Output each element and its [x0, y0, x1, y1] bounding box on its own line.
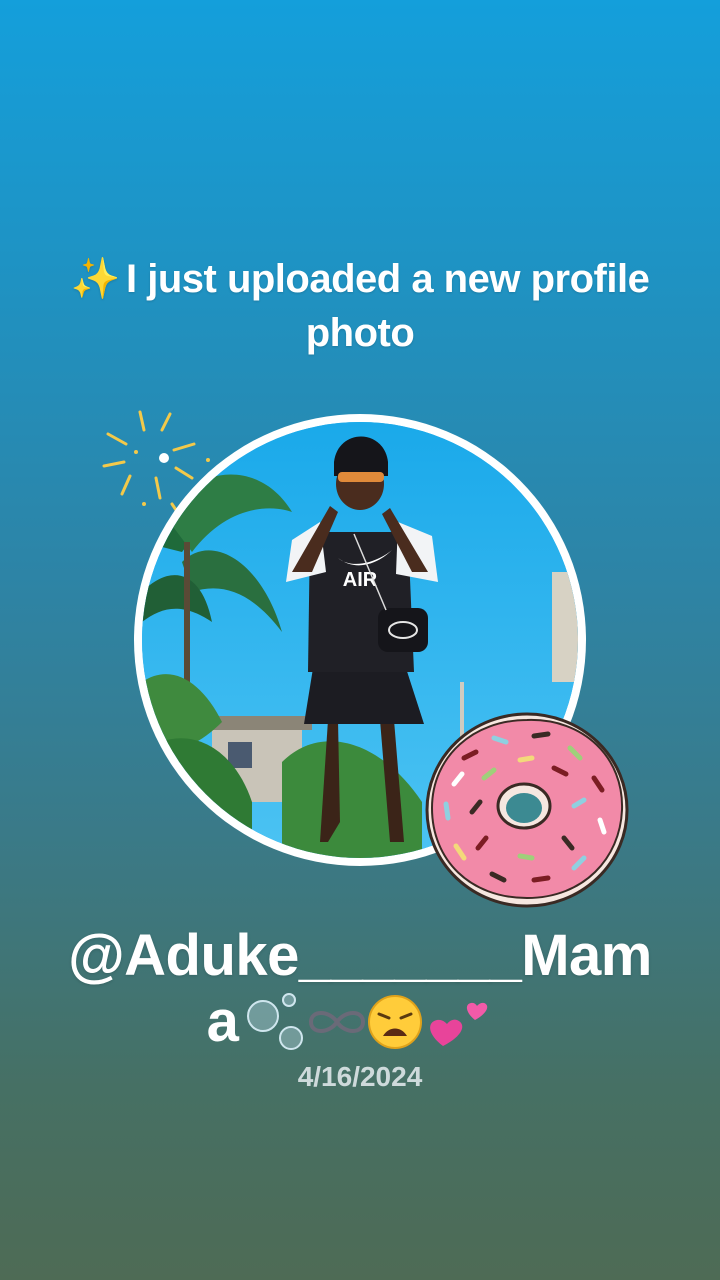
headline: ✨ I just uploaded a new profile photo	[60, 252, 660, 360]
sprinkle-donut-sticker	[425, 712, 629, 908]
bubbles-emoji	[247, 993, 304, 1050]
username-emoji-row	[247, 993, 488, 1050]
infinity-emoji	[309, 1011, 366, 1033]
sparkles-icon: ✨	[70, 257, 121, 301]
upload-date: 4/16/2024	[297, 1061, 423, 1092]
two-hearts-emoji	[430, 1002, 488, 1046]
headline-text: I just uploaded a new profile photo	[125, 257, 650, 355]
username-tail: a	[206, 989, 239, 1054]
username-continued: a	[120, 990, 600, 1054]
weary-face-emoji	[368, 995, 423, 1049]
username: @Aduke_______Mam	[68, 923, 652, 988]
svg-text:AIR: AIR	[343, 569, 378, 591]
